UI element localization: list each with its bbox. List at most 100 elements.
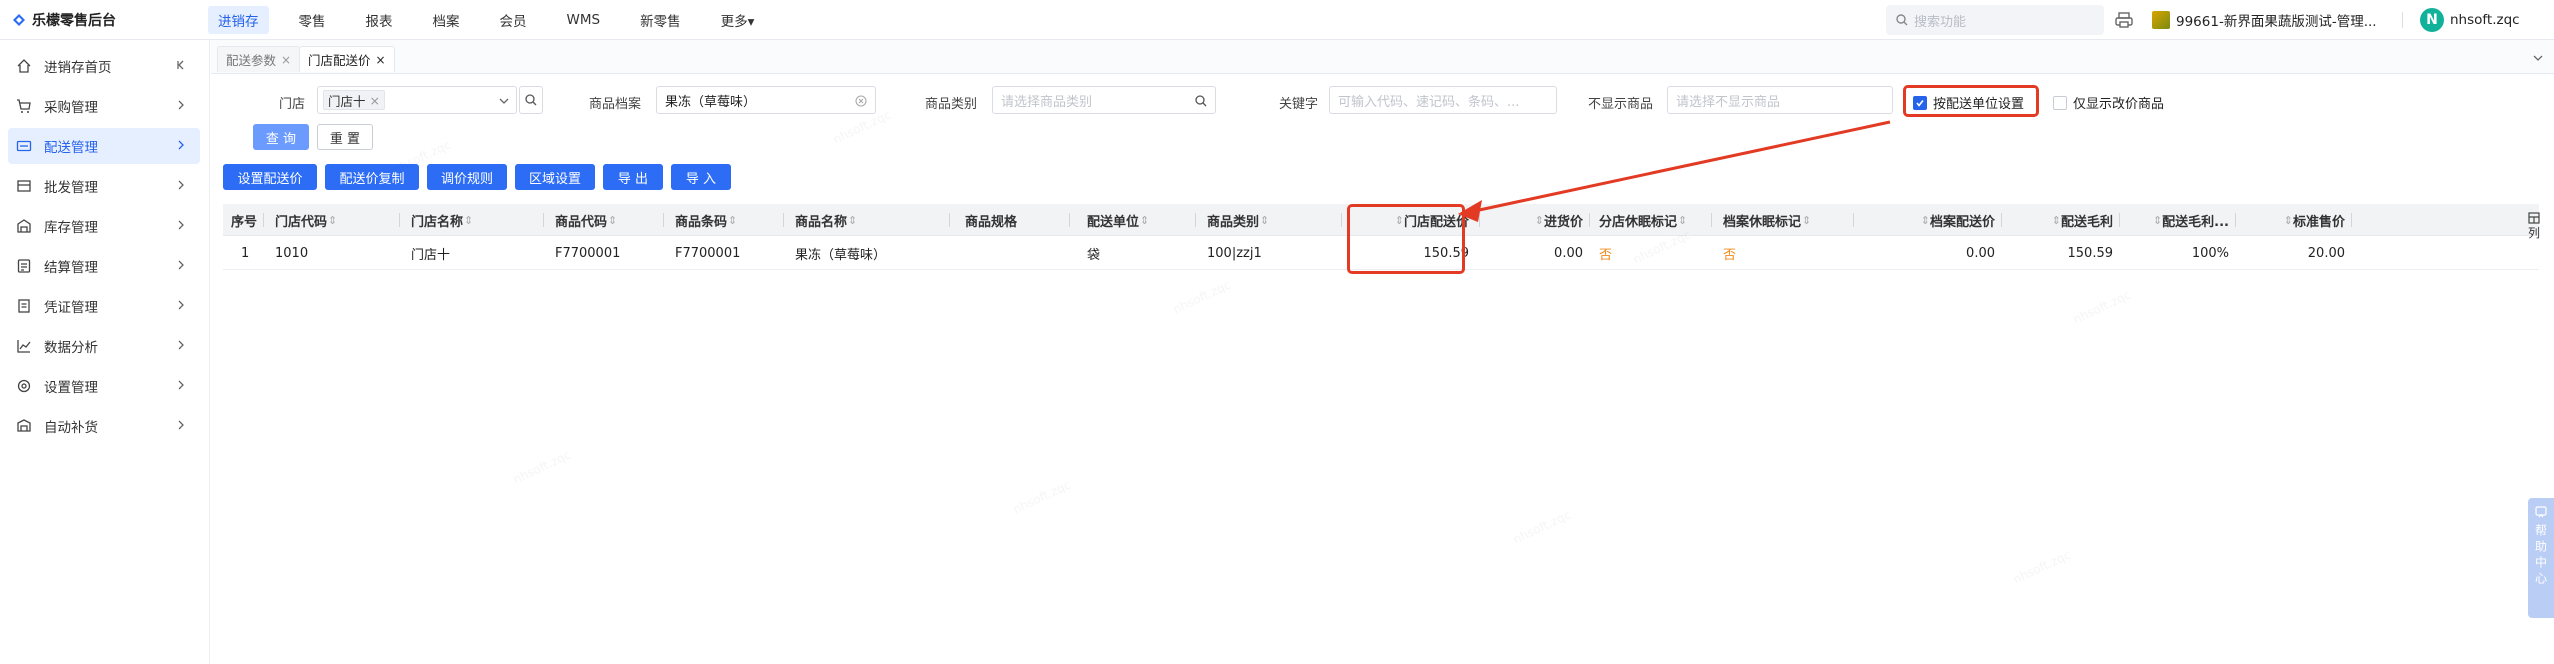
close-icon[interactable]: ×	[281, 53, 291, 67]
export-button[interactable]: 导 出	[603, 164, 663, 190]
help-center-button[interactable]: 帮助中心	[2528, 498, 2554, 618]
sort-icon[interactable]: ⇕	[2052, 214, 2061, 227]
column-header-goods-code[interactable]: 商品代码 ⇕	[555, 204, 617, 236]
column-header-unit[interactable]: 配送单位 ⇕	[1087, 204, 1149, 236]
column-header-file-price[interactable]: ⇕ 档案配送价	[1865, 204, 1995, 236]
sort-icon[interactable]: ⇕	[328, 214, 337, 227]
only-changed-checkbox[interactable]: 仅显示改价商品	[2053, 93, 2164, 112]
column-header-store-code[interactable]: 门店代码 ⇕	[275, 204, 337, 236]
column-separator[interactable]	[663, 213, 664, 227]
column-header-barcode[interactable]: 商品条码 ⇕	[675, 204, 737, 236]
top-nav-item-more[interactable]: 更多▾	[711, 6, 765, 34]
query-button[interactable]: 查 询	[253, 124, 309, 150]
sort-icon[interactable]: ⇕	[1535, 214, 1544, 227]
sort-icon[interactable]: ⇕	[464, 214, 473, 227]
sort-icon[interactable]: ⇕	[608, 214, 617, 227]
store-select[interactable]: 门店十 ×	[317, 86, 517, 114]
top-nav-item-inventory[interactable]: 进销存	[208, 6, 269, 34]
sidebar-item-stock[interactable]: 库存管理	[8, 208, 200, 244]
sidebar-item-auto-refill[interactable]: 自动补货	[8, 408, 200, 444]
collapse-sidebar-icon[interactable]	[174, 58, 188, 72]
column-separator[interactable]	[1195, 213, 1196, 227]
column-header-gross-profit[interactable]: ⇕ 配送毛利	[2013, 204, 2113, 236]
column-separator[interactable]	[1069, 213, 1070, 227]
sidebar-item-settlement[interactable]: 结算管理	[8, 248, 200, 284]
tab-distribution-params[interactable]: 配送参数 ×	[217, 46, 301, 72]
hide-goods-label: 不显示商品	[1588, 97, 1654, 112]
sort-icon[interactable]: ⇕	[848, 214, 857, 227]
column-header-store-dormant[interactable]: 分店休眠标记 ⇕	[1599, 204, 1687, 236]
user-menu[interactable]: N nhsoft.zqc	[2420, 0, 2520, 40]
watermark: nhsoft.zqc	[2011, 548, 2073, 587]
sort-icon[interactable]: ⇕	[2284, 214, 2293, 227]
sidebar-item-purchase[interactable]: 采购管理	[8, 88, 200, 124]
column-separator[interactable]	[2119, 213, 2120, 227]
sidebar-item-settings[interactable]: 设置管理	[8, 368, 200, 404]
column-settings-toggle[interactable]: 列	[2526, 212, 2542, 240]
sort-icon[interactable]: ⇕	[2153, 214, 2162, 227]
sort-icon[interactable]: ⇕	[728, 214, 737, 227]
top-nav-item-archives[interactable]: 档案	[423, 6, 470, 34]
sidebar-item-wholesale[interactable]: 批发管理	[8, 168, 200, 204]
column-separator[interactable]	[543, 213, 544, 227]
column-header-purchase-price[interactable]: ⇕ 进货价	[1491, 204, 1583, 236]
column-header-standard-price[interactable]: ⇕ 标准售价	[2247, 204, 2345, 236]
reset-button[interactable]: 重 置	[317, 124, 373, 150]
column-separator[interactable]	[263, 213, 264, 227]
cell-goods-code: F7700001	[555, 245, 621, 261]
top-nav-item-new-retail[interactable]: 新零售	[630, 6, 691, 34]
column-separator[interactable]	[949, 213, 950, 227]
copy-distribution-price-button[interactable]: 配送价复制	[325, 164, 419, 190]
column-separator[interactable]	[1711, 213, 1712, 227]
sort-icon[interactable]: ⇕	[1921, 214, 1930, 227]
app-logo[interactable]: 乐檬零售后台	[12, 0, 116, 40]
column-header-file-dormant[interactable]: 档案休眠标记 ⇕	[1723, 204, 1811, 236]
column-separator[interactable]	[1479, 213, 1480, 227]
tab-store-distribution-price[interactable]: 门店配送价 ×	[299, 46, 395, 72]
goods-file-input[interactable]: 果冻（草莓味）	[656, 86, 876, 114]
store-search-button[interactable]	[519, 86, 543, 114]
import-button[interactable]: 导 入	[671, 164, 731, 190]
column-separator[interactable]	[1853, 213, 1854, 227]
top-nav-item-wms[interactable]: WMS	[557, 8, 611, 32]
sidebar-item-inventory-home[interactable]: 进销存首页	[8, 48, 200, 84]
column-separator[interactable]	[2001, 213, 2002, 227]
clear-icon[interactable]	[855, 95, 867, 107]
top-nav-item-retail[interactable]: 零售	[289, 6, 336, 34]
column-separator[interactable]	[783, 213, 784, 227]
column-settings-label: 列	[2527, 226, 2540, 240]
store-selector[interactable]: 99661-新界面果蔬版测试-管理...	[2152, 0, 2377, 40]
sidebar-item-voucher[interactable]: 凭证管理	[8, 288, 200, 324]
region-settings-button[interactable]: 区域设置	[515, 164, 595, 190]
category-input[interactable]: 请选择商品类别	[992, 86, 1216, 114]
chevron-right-icon	[178, 380, 184, 390]
sort-icon[interactable]: ⇕	[1802, 214, 1811, 227]
column-separator[interactable]	[1341, 213, 1342, 227]
sort-icon[interactable]: ⇕	[1140, 214, 1149, 227]
column-separator[interactable]	[399, 213, 400, 227]
search-icon[interactable]	[1195, 95, 1207, 107]
close-icon[interactable]: ×	[376, 53, 386, 67]
column-separator[interactable]	[1589, 213, 1590, 227]
printer-icon[interactable]	[2114, 10, 2134, 30]
price-rules-button[interactable]: 调价规则	[427, 164, 507, 190]
sort-icon[interactable]: ⇕	[1260, 214, 1269, 227]
function-search-input[interactable]: 搜索功能	[1886, 5, 2104, 35]
column-separator[interactable]	[2351, 213, 2352, 227]
top-nav-item-reports[interactable]: 报表	[356, 6, 403, 34]
chevron-down-icon[interactable]	[2532, 52, 2544, 64]
sort-icon[interactable]: ⇕	[1678, 214, 1687, 227]
close-icon[interactable]: ×	[370, 93, 380, 108]
set-distribution-price-button[interactable]: 设置配送价	[223, 164, 317, 190]
sidebar-item-label: 自动补货	[44, 420, 98, 436]
column-header-gross-margin[interactable]: ⇕ 配送毛利...	[2131, 204, 2229, 236]
top-nav-item-members[interactable]: 会员	[490, 6, 537, 34]
column-separator[interactable]	[2235, 213, 2236, 227]
sidebar-item-analysis[interactable]: 数据分析	[8, 328, 200, 364]
column-header-store-name[interactable]: 门店名称 ⇕	[411, 204, 473, 236]
column-header-category[interactable]: 商品类别 ⇕	[1207, 204, 1269, 236]
keyword-input[interactable]: 可输入代码、速记码、条码、...	[1329, 86, 1557, 114]
hide-goods-input[interactable]: 请选择不显示商品	[1667, 86, 1893, 114]
sidebar-item-distribution[interactable]: 配送管理	[8, 128, 200, 164]
column-header-goods-name[interactable]: 商品名称 ⇕	[795, 204, 857, 236]
